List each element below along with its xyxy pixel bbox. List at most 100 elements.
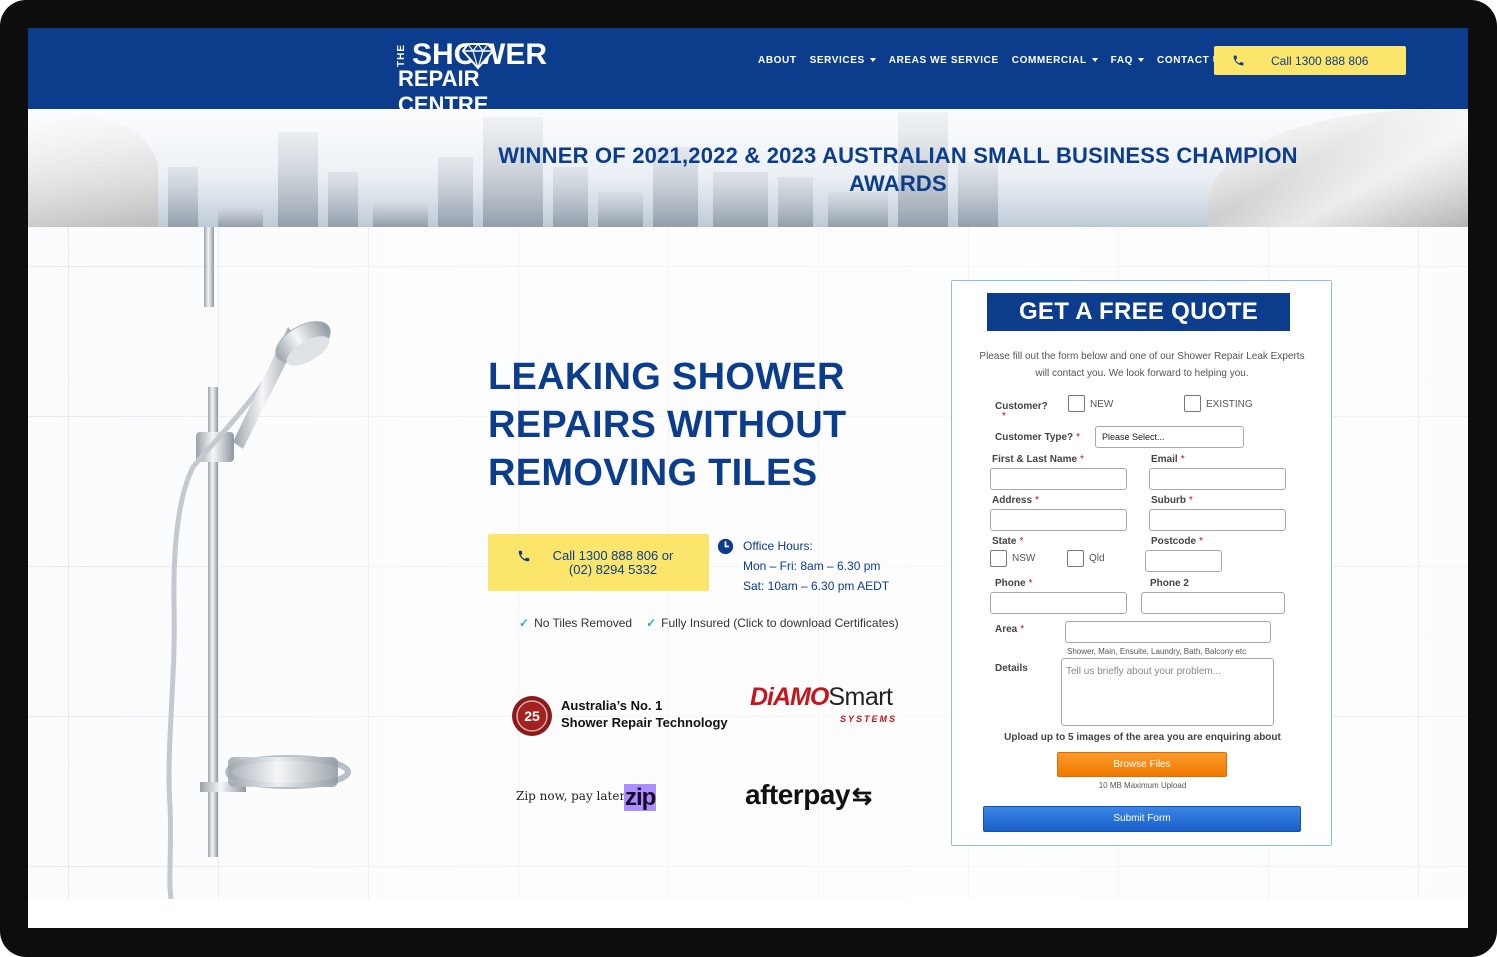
required-mark: * — [1028, 578, 1033, 589]
check-icon: ✓ — [519, 616, 530, 630]
hero-headline: LEAKING SHOWER REPAIRS WITHOUT REMOVING … — [488, 356, 847, 494]
phone-input[interactable] — [990, 592, 1127, 614]
check-icon: ✓ — [646, 616, 657, 630]
quote-form: GET A FREE QUOTE Please fill out the for… — [951, 280, 1332, 846]
name-label: First & Last Name * — [992, 454, 1084, 465]
required-mark: * — [1035, 495, 1039, 506]
submit-form-button[interactable]: Submit Form — [983, 806, 1301, 832]
required-mark: * — [1199, 536, 1203, 547]
main-nav: ABOUT SERVICES AREAS WE SERVICE COMMERCI… — [758, 53, 1241, 67]
nav-areas-label: AREAS WE SERVICE — [888, 54, 999, 66]
office-hours: Office Hours: Mon – Fri: 8am – 6.30 pm S… — [717, 536, 889, 596]
chevron-down-icon — [1138, 58, 1145, 62]
area-label-text: Area — [995, 624, 1018, 635]
state-qld-checkbox[interactable] — [1067, 550, 1084, 567]
phone-icon — [518, 550, 530, 562]
office-hours-label: Office Hours: — [743, 539, 813, 553]
office-hours-weekday: Mon – Fri: 8am – 6.30 pm — [743, 559, 881, 573]
required-mark: * — [1020, 624, 1025, 635]
suburb-label: Suburb * — [1151, 495, 1193, 506]
state-nsw-label: NSW — [1012, 553, 1036, 564]
required-mark: * — [1019, 536, 1024, 547]
device-frame: THE SHOWER REPAIR CENTRE ABOUT SERVICES … — [0, 0, 1497, 957]
badge-25-seal-icon: 25 — [512, 696, 552, 736]
suburb-input[interactable] — [1149, 509, 1286, 531]
form-intro: Please fill out the form below and one o… — [979, 351, 1305, 379]
diamo-part-2: Smart — [828, 683, 893, 711]
details-textarea[interactable]: Tell us briefly about your problem... — [1061, 658, 1274, 726]
customer-new-label: NEW — [1090, 399, 1114, 410]
phone2-label-text: Phone 2 — [1150, 578, 1189, 589]
nav-faq-label: FAQ — [1110, 54, 1134, 66]
address-input[interactable] — [990, 509, 1127, 531]
header-call-button[interactable]: Call 1300 888 806 — [1214, 46, 1406, 75]
address-label: Address * — [992, 495, 1039, 506]
nav-faq[interactable]: FAQ — [1110, 54, 1145, 66]
state-label: State * — [992, 536, 1023, 547]
browser-viewport: THE SHOWER REPAIR CENTRE ABOUT SERVICES … — [28, 28, 1468, 928]
check-no-tiles-removed: ✓ No Tiles Removed — [519, 616, 632, 630]
postcode-label: Postcode * — [1151, 536, 1203, 547]
diamo-part-1: DiAMO — [750, 683, 829, 711]
badge-number: 25 — [524, 708, 540, 724]
state-nsw-checkbox[interactable] — [990, 550, 1007, 567]
site-logo[interactable]: THE SHOWER REPAIR CENTRE — [396, 38, 571, 117]
logo-the: THE — [396, 44, 407, 67]
hero-call-line-2: (02) 8294 5332 — [568, 562, 658, 577]
shower-head-image — [166, 227, 351, 899]
office-hours-saturday: Sat: 10am – 6.30 pm AEDT — [743, 579, 890, 593]
nav-commercial-label: COMMERCIAL — [1011, 54, 1087, 66]
customer-new-checkbox[interactable] — [1068, 395, 1085, 412]
nav-commercial[interactable]: COMMERCIAL — [1012, 55, 1098, 66]
customer-required-mark: * — [999, 411, 1006, 422]
badge-line-2: Shower Repair Technology — [561, 715, 728, 730]
nav-about-label: ABOUT — [758, 54, 797, 66]
name-label-text: First & Last Name — [992, 454, 1078, 465]
afterpay-text: afterpay — [745, 779, 850, 810]
postcode-label-text: Postcode — [1151, 536, 1197, 547]
browse-files-button[interactable]: Browse Files — [1057, 752, 1227, 777]
required-mark: * — [1080, 454, 1084, 465]
phone2-input[interactable] — [1141, 592, 1285, 614]
clock-icon — [717, 538, 734, 555]
nav-areas-we-service[interactable]: AREAS WE SERVICE — [889, 55, 999, 66]
site-header: THE SHOWER REPAIR CENTRE ABOUT SERVICES … — [28, 28, 1468, 117]
phone2-label: Phone 2 — [1150, 578, 1189, 589]
hero-call-line-1: Call 1300 888 806 or — [552, 548, 674, 563]
form-title: GET A FREE QUOTE — [987, 293, 1290, 331]
upload-label: Upload up to 5 images of the area you ar… — [1004, 732, 1281, 743]
area-input[interactable] — [1065, 621, 1271, 643]
customer-existing-checkbox[interactable] — [1184, 395, 1201, 412]
required-mark: * — [1180, 454, 1185, 465]
address-label-text: Address — [992, 495, 1033, 506]
area-hint: Shower, Main, Ensuite, Laundry, Bath, Ba… — [1067, 647, 1247, 656]
diamosmart-logo: DiAMOSmart SYSTEMS — [750, 683, 895, 724]
postcode-input[interactable] — [1145, 550, 1222, 572]
required-mark: * — [1076, 432, 1081, 443]
customer-type-label: Customer Type? * — [995, 432, 1080, 443]
hero-call-button[interactable]: Call 1300 888 806 or (02) 8294 5332 — [488, 534, 709, 591]
check-fully-insured[interactable]: ✓ Fully Insured (Click to download Certif… — [646, 616, 898, 630]
email-input[interactable] — [1149, 468, 1286, 490]
afterpay-arrows-icon: ⇆ — [851, 783, 872, 810]
details-label-text: Details — [995, 663, 1028, 674]
header-call-label: Call 1300 888 806 — [1271, 54, 1369, 68]
chevron-down-icon — [1091, 58, 1098, 62]
required-mark: * — [1189, 495, 1193, 506]
zip-logo-text: zip — [624, 784, 656, 811]
max-upload-note: 10 MB Maximum Upload — [1098, 781, 1187, 790]
check-label: Fully Insured (Click to download Certifi… — [661, 616, 899, 630]
required-mark: * — [1002, 411, 1006, 422]
customer-type-select[interactable]: Please Select... — [1095, 426, 1244, 448]
email-label: Email * — [1151, 454, 1185, 465]
nav-services[interactable]: SERVICES — [810, 55, 876, 66]
chevron-down-icon — [869, 58, 876, 62]
suburb-label-text: Suburb — [1151, 495, 1186, 506]
diamond-icon — [462, 42, 494, 70]
phone-icon — [1233, 55, 1244, 66]
phone-label-text: Phone — [995, 578, 1026, 589]
name-input[interactable] — [990, 468, 1127, 490]
nav-about[interactable]: ABOUT — [758, 55, 797, 66]
afterpay-logo: afterpay⇆ — [745, 779, 872, 811]
award-banner-title: WINNER OF 2021,2022 & 2023 AUSTRALIAN SM… — [498, 143, 1298, 196]
